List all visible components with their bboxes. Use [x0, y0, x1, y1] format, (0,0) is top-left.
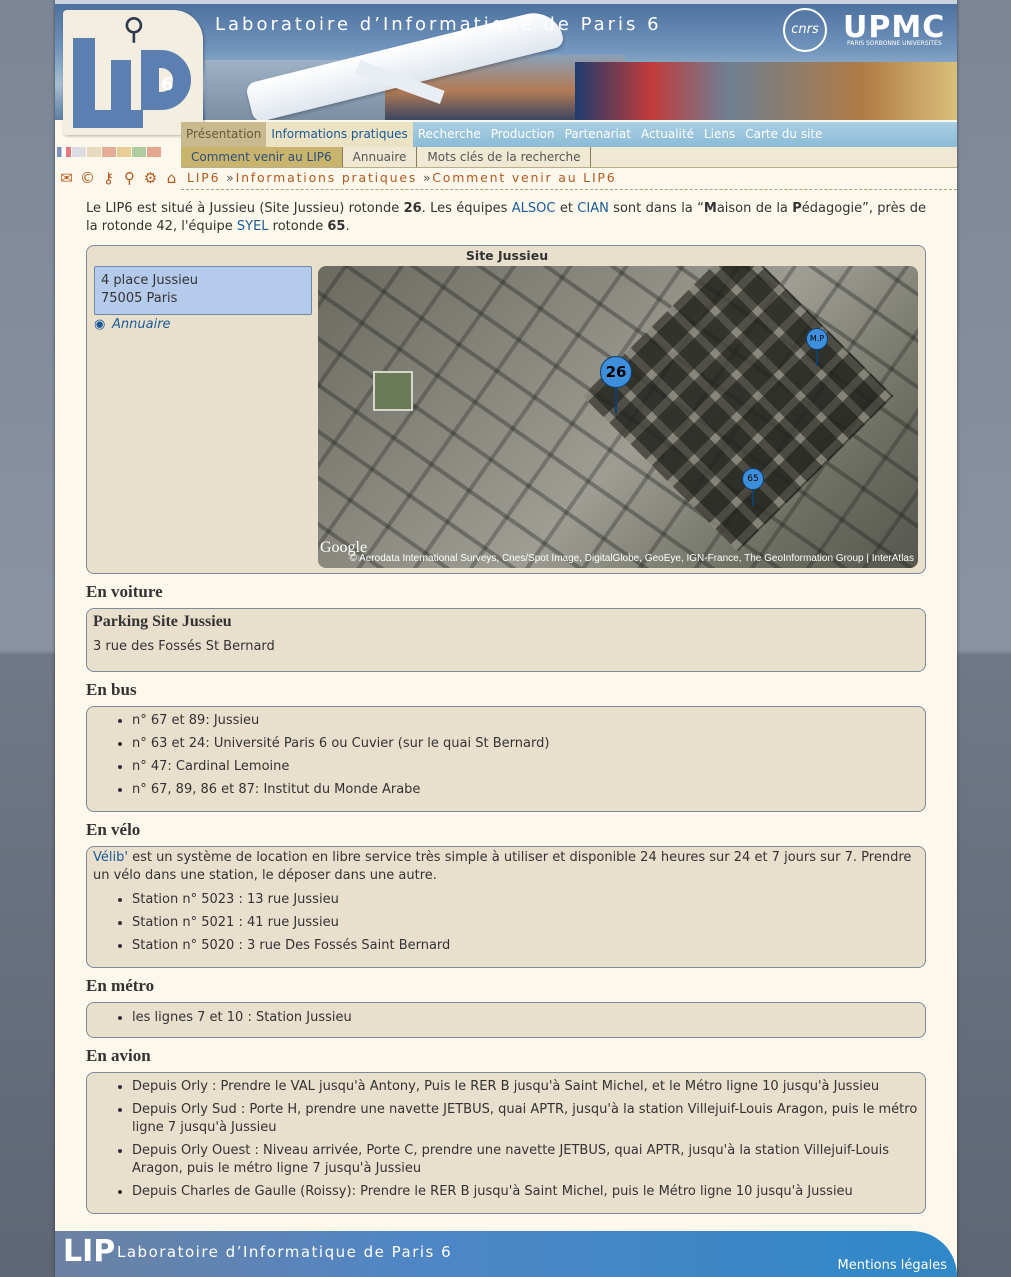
- flag-fr-icon[interactable]: [57, 147, 71, 157]
- site-title-label: Site Jussieu: [465, 248, 549, 263]
- list-item: Station n° 5021 : 41 rue Jussieu: [132, 914, 919, 932]
- page: Laboratoire d’Informatique de Paris 6 cn…: [55, 0, 957, 1277]
- lip6-logo[interactable]: ⚲ 6: [63, 10, 203, 135]
- satellite-map[interactable]: 26 M.P 65 Google © Aerodata Internationa…: [318, 266, 918, 568]
- list-item: Depuis Orly Sud : Porte H, prendre une n…: [132, 1101, 925, 1137]
- breadcrumb: LIP6 »Informations pratiques »Comment ve…: [181, 168, 957, 190]
- tool-icons: ✉ © ⚷ ⚲ ⚙ ⌂: [57, 169, 183, 189]
- tab-informations-pratiques[interactable]: Informations pratiques: [266, 122, 413, 147]
- breadcrumb-separator: »: [422, 170, 433, 185]
- site-title: Laboratoire d’Informatique de Paris 6: [215, 14, 662, 35]
- list-item: Depuis Orly Ouest : Niveau arrivée, Port…: [132, 1142, 925, 1178]
- intro-paragraph: Le LIP6 est situé à Jussieu (Site Jussie…: [86, 201, 926, 234]
- cnrs-logo[interactable]: cnrs: [783, 8, 827, 52]
- parking-address: 3 rue des Fossés St Bernard: [93, 639, 275, 654]
- tab-production[interactable]: Production: [486, 122, 560, 147]
- home-icon[interactable]: ⌂: [162, 169, 181, 187]
- velo-list: Station n° 5023 : 13 rue Jussieu Station…: [93, 891, 919, 955]
- gear-icon[interactable]: ⚙: [141, 169, 160, 187]
- site-jussieu-box: Site Jussieu 4 place Jussieu 75005 Paris…: [86, 245, 926, 574]
- tab-partenariat[interactable]: Partenariat: [560, 122, 636, 147]
- main-navigation: Présentation Informations pratiques Rech…: [181, 122, 957, 147]
- alsoc-link[interactable]: ALSOC: [512, 201, 556, 216]
- map-marker-mp[interactable]: M.P: [806, 328, 828, 366]
- flag-es-icon[interactable]: [117, 147, 131, 157]
- heading-bus: En bus: [86, 680, 137, 699]
- key-icon[interactable]: ⚷: [99, 169, 118, 187]
- tab-presentation[interactable]: Présentation: [181, 122, 267, 147]
- flag-cn-icon[interactable]: [102, 147, 116, 157]
- footer-logo[interactable]: LIP: [63, 1234, 115, 1276]
- mentions-legales-link[interactable]: Mentions légales: [838, 1258, 947, 1273]
- bicycle-icon: ⚲: [123, 12, 145, 47]
- map-marker-26[interactable]: 26: [600, 356, 632, 414]
- list-item: n° 67 et 89: Jussieu: [132, 712, 925, 730]
- breadcrumb-separator: »: [226, 170, 236, 185]
- list-item: n° 67, 89, 86 et 87: Institut du Monde A…: [132, 781, 925, 799]
- list-item: Station n° 5020 : 3 rue Des Fossés Saint…: [132, 937, 919, 955]
- upmc-subtitle: PARIS SORBONNE UNIVERSITÉS: [847, 40, 942, 47]
- eye-icon: ◉: [94, 317, 106, 332]
- tab-liens[interactable]: Liens: [699, 122, 740, 147]
- parking-title: Parking Site Jussieu: [93, 613, 232, 630]
- mail-icon[interactable]: ✉: [57, 169, 76, 187]
- flag-uk-icon[interactable]: [72, 147, 86, 157]
- flag-vn-icon[interactable]: [147, 147, 161, 157]
- map-marker-65[interactable]: 65: [742, 468, 764, 506]
- list-item: Depuis Orly : Prendre le VAL jusqu'à Ant…: [132, 1078, 925, 1096]
- list-item: n° 63 et 24: Université Paris 6 ou Cuvie…: [132, 735, 925, 753]
- copyright-icon[interactable]: ©: [78, 169, 97, 187]
- tab-carte-du-site[interactable]: Carte du site: [740, 122, 827, 147]
- bus-box: n° 67 et 89: Jussieu n° 63 et 24: Univer…: [86, 706, 926, 812]
- avion-list: Depuis Orly : Prendre le VAL jusqu'à Ant…: [87, 1078, 925, 1201]
- metro-box: les lignes 7 et 10 : Station Jussieu: [86, 1002, 926, 1038]
- velo-box: Vélib' est un système de location en lib…: [86, 846, 926, 968]
- heading-voiture: En voiture: [86, 582, 163, 601]
- footer-title: Laboratoire d’Informatique de Paris 6: [117, 1243, 453, 1261]
- sub-navigation: Comment venir au LIP6 Annuaire Mots clés…: [181, 147, 957, 168]
- heading-velo: En vélo: [86, 820, 141, 839]
- tab-recherche[interactable]: Recherche: [413, 122, 486, 147]
- velib-link[interactable]: Vélib': [93, 850, 128, 865]
- address-card: 4 place Jussieu 75005 Paris: [94, 266, 312, 315]
- list-item: n° 47: Cardinal Lemoine: [132, 758, 925, 776]
- subtab-comment-venir[interactable]: Comment venir au LIP6: [181, 147, 343, 167]
- heading-avion: En avion: [86, 1046, 151, 1065]
- avion-box: Depuis Orly : Prendre le VAL jusqu'à Ant…: [86, 1072, 926, 1214]
- tab-actualite[interactable]: Actualité: [636, 122, 699, 147]
- breadcrumb-comment-venir[interactable]: Comment venir au LIP6: [432, 170, 616, 185]
- subtab-annuaire[interactable]: Annuaire: [343, 147, 418, 167]
- breadcrumb-informations-pratiques[interactable]: Informations pratiques: [236, 170, 418, 185]
- list-item: Station n° 5023 : 13 rue Jussieu: [132, 891, 919, 909]
- list-item: les lignes 7 et 10 : Station Jussieu: [132, 1009, 925, 1027]
- main-content: Le LIP6 est situé à Jussieu (Site Jussie…: [86, 200, 926, 1214]
- list-item: Depuis Charles de Gaulle (Roissy): Prend…: [132, 1183, 925, 1201]
- heading-metro: En métro: [86, 976, 155, 995]
- breadcrumb-lip6[interactable]: LIP6: [187, 170, 220, 185]
- subtab-mots-cles[interactable]: Mots clés de la recherche: [417, 147, 592, 167]
- map-attribution: © Aerodata International Surveys, Cnes/S…: [349, 553, 914, 564]
- flag-de-icon[interactable]: [87, 147, 101, 157]
- voiture-box: Parking Site Jussieu 3 rue des Fossés St…: [86, 608, 926, 672]
- flag-br-icon[interactable]: [132, 147, 146, 157]
- language-flags: [57, 146, 177, 168]
- velo-description: Vélib' est un système de location en lib…: [93, 850, 912, 883]
- metro-list: les lignes 7 et 10 : Station Jussieu: [87, 1009, 925, 1027]
- footer: LIP Laboratoire d’Informatique de Paris …: [55, 1231, 957, 1277]
- annuaire-link[interactable]: ◉ Annuaire: [94, 317, 171, 332]
- cian-link[interactable]: CIAN: [577, 201, 609, 216]
- syel-link[interactable]: SYEL: [237, 219, 269, 234]
- bus-list: n° 67 et 89: Jussieu n° 63 et 24: Univer…: [87, 712, 925, 799]
- search-icon[interactable]: ⚲: [120, 169, 139, 187]
